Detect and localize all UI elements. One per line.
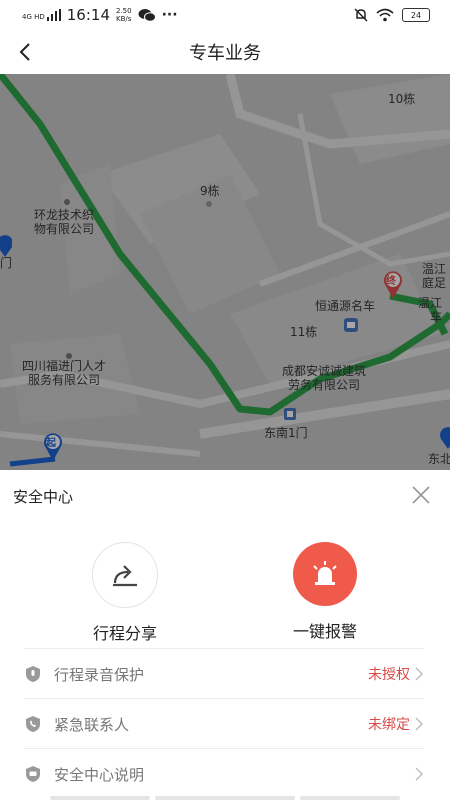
wifi-icon	[376, 8, 394, 22]
sheet-title: 安全中心	[13, 488, 74, 506]
trip-share-button[interactable]: 行程分享	[70, 542, 180, 644]
emergency-contact-row[interactable]: 紧急联系人 未绑定	[24, 698, 424, 749]
recording-protection-row[interactable]: 行程录音保护 未授权	[24, 648, 424, 699]
speed-value: 2.50	[116, 7, 132, 15]
nav-bar-segment	[155, 796, 295, 800]
safety-center-sheet: 安全中心 行程分享 一键报警 行程录音保护 未授权 紧急联系人 未绑定 安全中心…	[0, 470, 450, 800]
title-bar: 专车业务	[0, 30, 450, 74]
signal-icon	[46, 9, 61, 21]
nav-bar-segment	[50, 796, 150, 800]
shield-microphone-icon	[26, 666, 40, 682]
chevron-right-icon	[415, 767, 423, 781]
chevron-right-icon	[415, 667, 423, 681]
back-button[interactable]	[10, 36, 40, 68]
network-type: 4G HD	[22, 13, 45, 21]
nav-bar-segment	[300, 796, 400, 800]
chevron-right-icon	[415, 717, 423, 731]
close-button[interactable]	[410, 484, 432, 506]
speed-unit: KB/s	[116, 15, 132, 23]
share-arrow-icon	[113, 565, 137, 587]
wechat-icon	[138, 9, 156, 22]
trip-share-circle	[92, 542, 158, 608]
page-title: 专车业务	[189, 43, 261, 64]
back-arrow-icon	[19, 43, 30, 61]
clock: 16:14	[66, 6, 110, 24]
network-speed: 2.50 KB/s	[116, 7, 132, 23]
mute-bell-icon	[354, 8, 368, 22]
more-notifications: ···	[161, 7, 178, 23]
emergency-alarm-button[interactable]: 一键报警	[270, 542, 380, 642]
battery-level: 24	[410, 10, 422, 20]
row-label: 行程录音保护	[54, 665, 145, 684]
row-label: 紧急联系人	[54, 715, 130, 734]
row-status: 未授权	[368, 667, 410, 683]
shield-phone-icon	[26, 716, 40, 732]
alarm-label: 一键报警	[292, 622, 357, 641]
status-bar: 4G HD 16:14 2.50 KB/s ··· 24	[0, 0, 450, 30]
alarm-circle	[293, 542, 357, 606]
shield-message-icon	[26, 766, 40, 782]
network-indicator: 4G HD	[22, 9, 61, 21]
row-status: 未绑定	[368, 717, 410, 733]
row-label: 安全中心说明	[54, 765, 145, 784]
close-icon	[412, 486, 430, 504]
map-dim-overlay	[0, 74, 450, 470]
battery-indicator: 24	[402, 8, 430, 22]
trip-share-label: 行程分享	[92, 624, 157, 643]
siren-icon	[313, 561, 337, 585]
safety-center-info-row[interactable]: 安全中心说明	[24, 748, 424, 799]
